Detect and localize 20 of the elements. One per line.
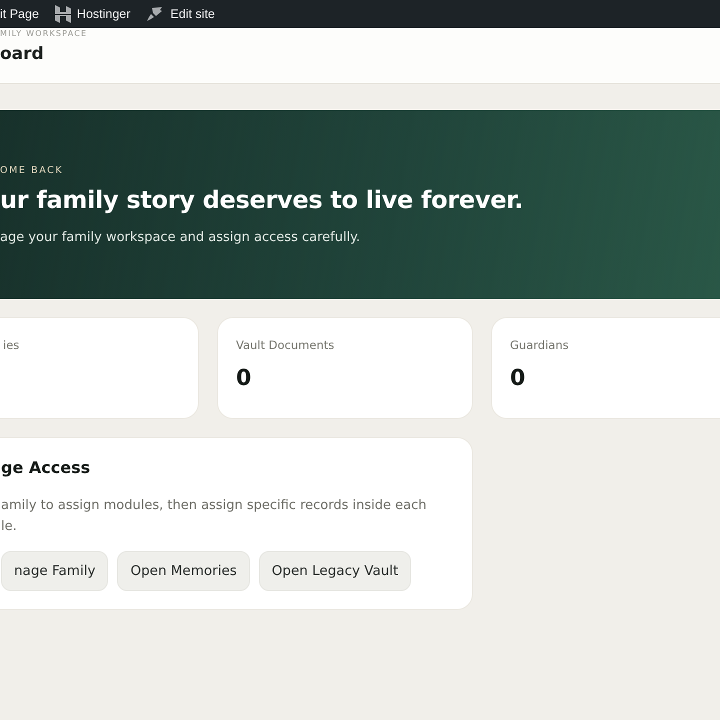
admin-bar-link[interactable]: it Page [0, 7, 39, 21]
admin-bar-link[interactable]: Edit site [146, 6, 215, 22]
card-title: ge Access [1, 458, 92, 477]
stat-label: ies [3, 338, 20, 352]
workspace-eyebrow: MILY WORKSPACE [0, 29, 88, 38]
card-description: amily to assign modules, then assign specific records inside each le. [1, 497, 428, 536]
action-button[interactable]: nage Family [1, 551, 108, 591]
stat-label: Guardians [510, 338, 570, 352]
banner-title: ur family story deserves to live forever. [0, 186, 524, 214]
paintbrush-icon [146, 6, 164, 22]
page-title: oard [0, 44, 45, 64]
stat-value: 0 [510, 366, 526, 392]
banner-subtitle: age your family workspace and assign access carefully. [0, 230, 362, 244]
stat-label: Vault Documents [236, 338, 336, 352]
action-button[interactable]: Open Legacy Vault [258, 551, 412, 591]
banner-eyebrow: OME BACK [0, 164, 64, 176]
action-button[interactable]: Open Memories [117, 551, 250, 591]
admin-bar-link[interactable]: Hostinger [54, 5, 130, 23]
stat-value: 0 [236, 366, 252, 392]
hostinger-logo-icon [54, 5, 71, 23]
